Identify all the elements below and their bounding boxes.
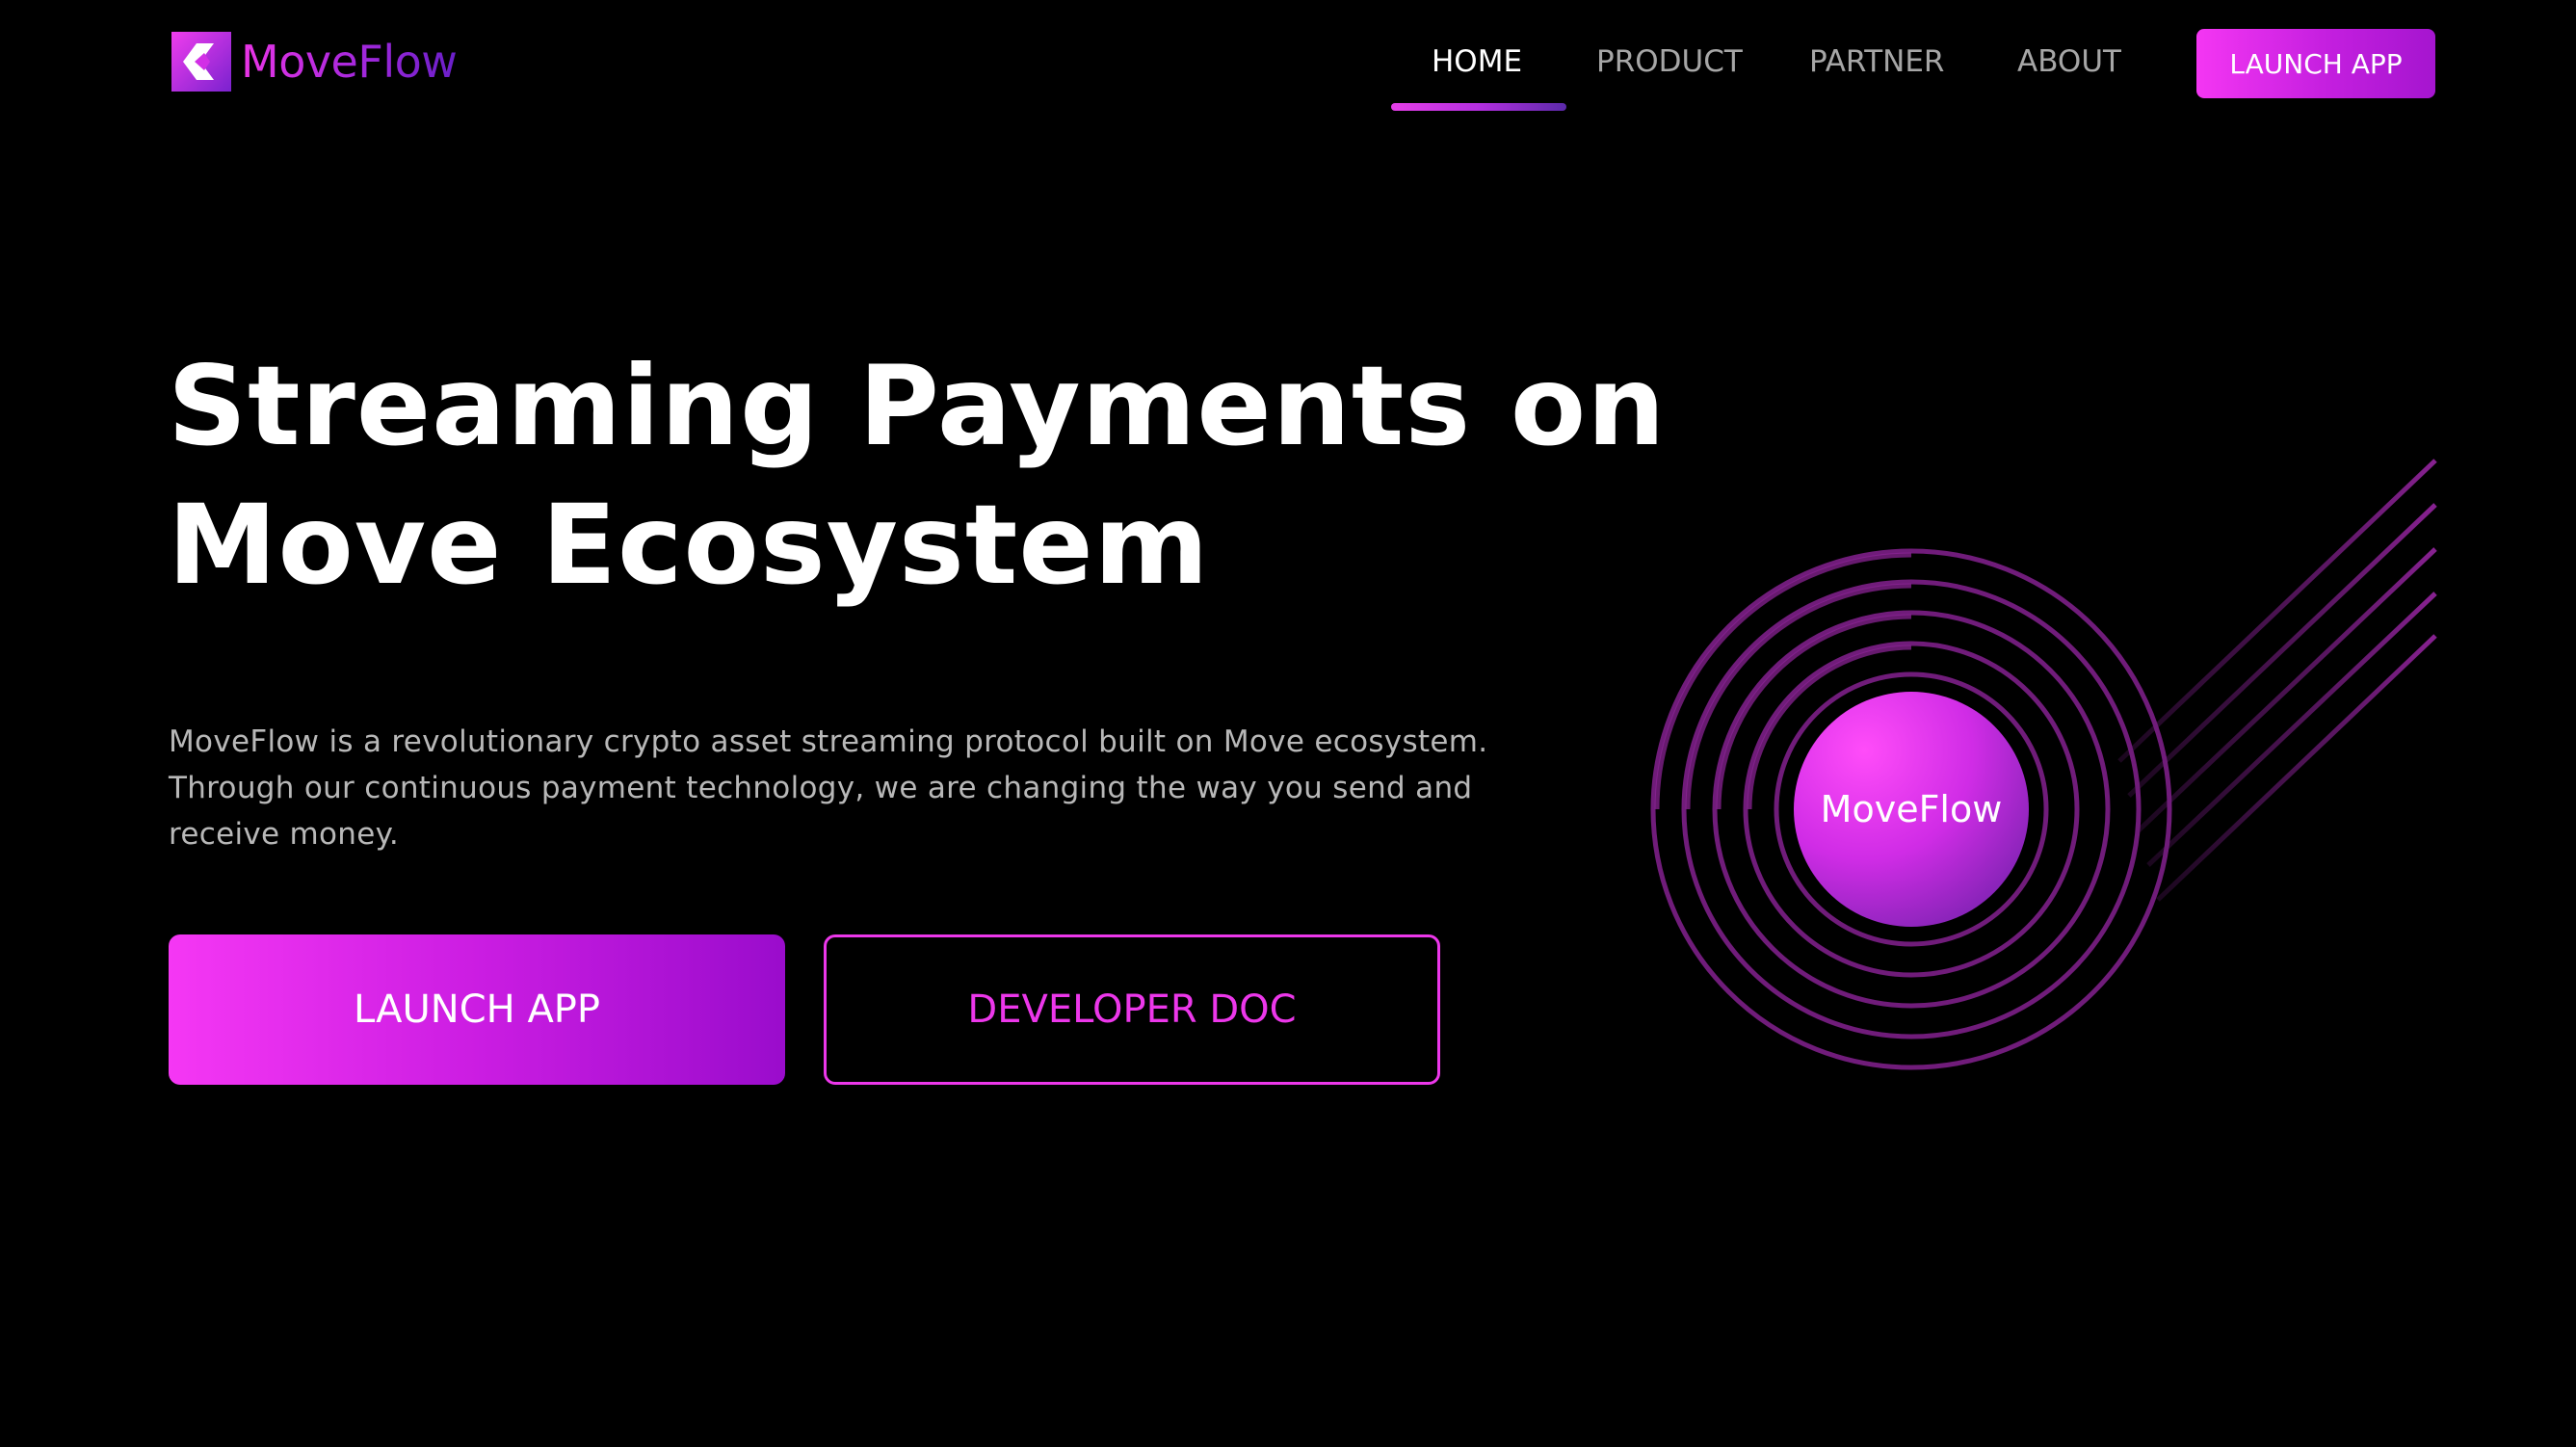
- hero-title: Streaming Payments on Move Ecosystem: [168, 337, 1667, 615]
- nav-home[interactable]: HOME: [1432, 42, 1522, 81]
- brand-name: MoveFlow: [241, 36, 458, 88]
- brand-logo[interactable]: MoveFlow: [171, 32, 458, 92]
- nav-partner[interactable]: PARTNER: [1809, 42, 1944, 81]
- hero-title-line-1: Streaming Payments on: [168, 342, 1667, 470]
- stream-illustration: [1650, 96, 2437, 1426]
- hero-title-line-2: Move Ecosystem: [168, 481, 1210, 609]
- developer-doc-button[interactable]: DEVELOPER DOC: [824, 934, 1440, 1085]
- header-launch-app-button[interactable]: LAUNCH APP: [2196, 29, 2435, 98]
- nav-about[interactable]: ABOUT: [2017, 42, 2121, 81]
- hero-description: MoveFlow is a revolutionary crypto asset…: [169, 724, 1488, 852]
- moveflow-badge: MoveFlow: [1794, 692, 2029, 927]
- active-nav-indicator: [1391, 103, 1566, 111]
- nav-product[interactable]: PRODUCT: [1596, 42, 1743, 81]
- landing-page: MoveFlow HOME PRODUCT PARTNER ABOUT LAUN…: [0, 0, 2576, 1447]
- moveflow-logo-icon: [171, 32, 231, 92]
- badge-label: MoveFlow: [1820, 788, 2003, 830]
- launch-app-button[interactable]: LAUNCH APP: [169, 934, 785, 1085]
